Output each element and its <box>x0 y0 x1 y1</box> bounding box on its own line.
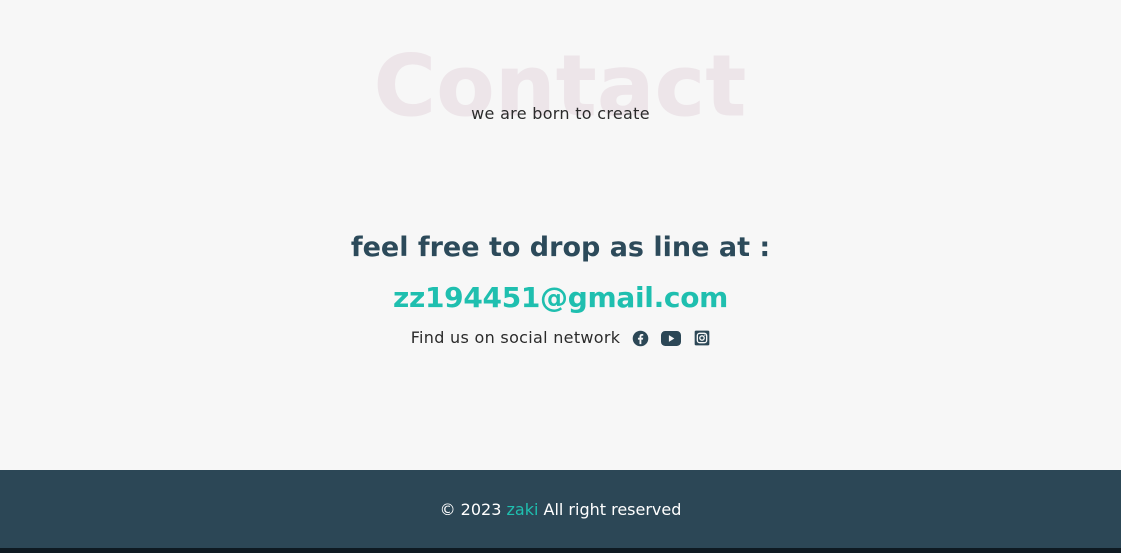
copyright-suffix: All right reserved <box>543 499 682 519</box>
contact-heading: feel free to drop as line at : <box>350 232 771 263</box>
footer: © 2023 zaki All right reserved <box>0 470 1121 548</box>
contact-section: Contact we are born to create feel free … <box>0 0 1121 470</box>
youtube-icon[interactable] <box>661 330 682 347</box>
social-label: Find us on social network <box>410 328 621 347</box>
page: Contact we are born to create feel free … <box>0 0 1121 553</box>
brand-link[interactable]: zaki <box>506 500 538 519</box>
copyright-prefix: © 2023 <box>439 499 502 519</box>
instagram-icon[interactable] <box>693 330 710 347</box>
social-row: Find us on social network <box>0 327 1121 349</box>
email-link[interactable]: zz194451@gmail.com <box>0 280 1121 316</box>
section-subtitle: we are born to create <box>471 104 650 123</box>
facebook-icon[interactable] <box>632 330 649 347</box>
bottom-edge <box>0 548 1121 553</box>
